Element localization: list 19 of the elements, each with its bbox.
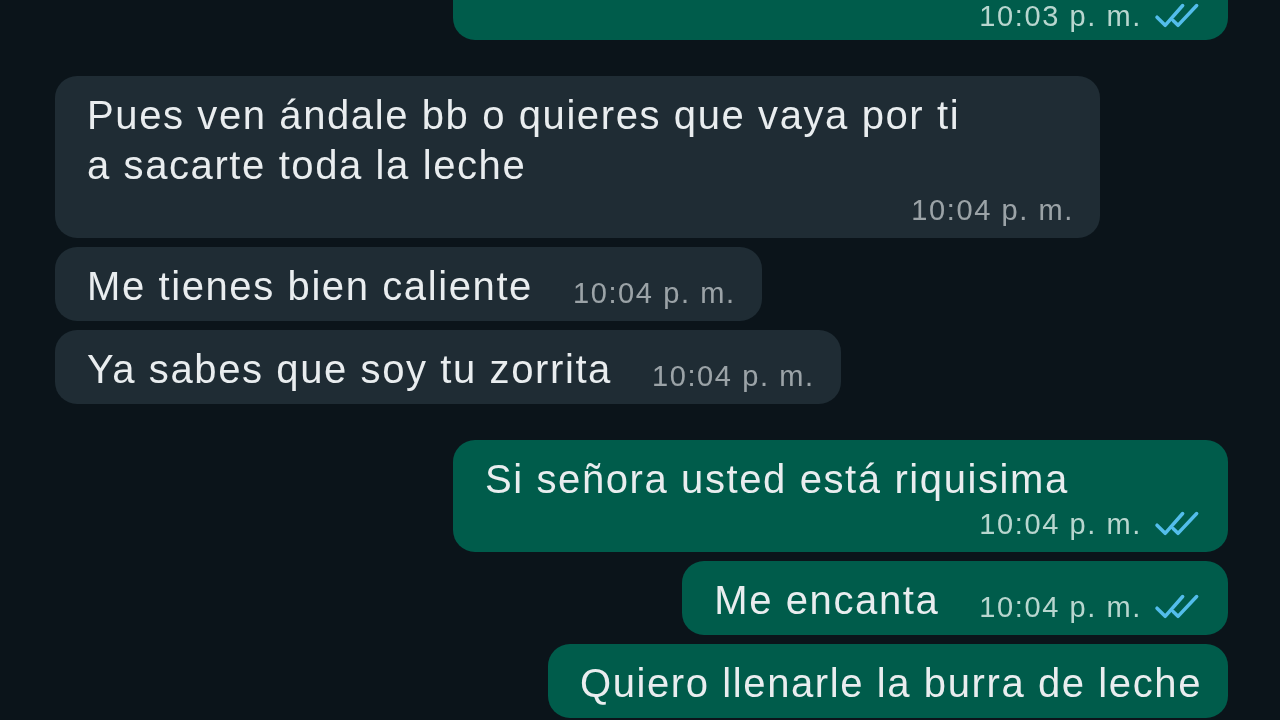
message-text: Quiero llenarle la burra de leche (579, 660, 1202, 707)
message-time: 10:04 p. m. (979, 507, 1142, 542)
message-text: Si señora usted está riquisima (485, 456, 1069, 503)
message-time: 10:03 p. m. (979, 0, 1142, 34)
message-bubble[interactable]: Me tienes bien caliente 10:04 p. m. (55, 247, 762, 321)
message-time: 10:04 p. m. (651, 359, 815, 394)
message-time: 10:04 p. m. (572, 276, 736, 311)
message-text: Me encanta (714, 577, 940, 624)
message-bubble[interactable]: Pues ven ándale bb o quieres que vaya por ti a sacarte toda la leche 10:04 p. m. (55, 76, 1100, 238)
message-time: 10:04 p. m. (979, 590, 1142, 625)
message-text: Ya sabes que soy tu zorrita (87, 346, 612, 393)
message-bubble[interactable]: Me encanta 10:04 p. m. (682, 561, 1228, 635)
message-bubble[interactable]: 10:03 p. m. (453, 0, 1228, 40)
message-time: 10:04 p. m. (911, 193, 1074, 228)
message-text: Pues ven ándale bb o quieres que vaya por ti a sacarte toda la leche (87, 92, 962, 189)
message-bubble[interactable]: Quiero llenarle la burra de leche (547, 644, 1228, 718)
message-bubble[interactable]: Ya sabes que soy tu zorrita 10:04 p. m. (55, 330, 841, 404)
message-bubble[interactable]: Si señora usted está riquisima 10:04 p. m. (453, 440, 1228, 552)
message-text: Me tienes bien caliente (87, 263, 533, 310)
